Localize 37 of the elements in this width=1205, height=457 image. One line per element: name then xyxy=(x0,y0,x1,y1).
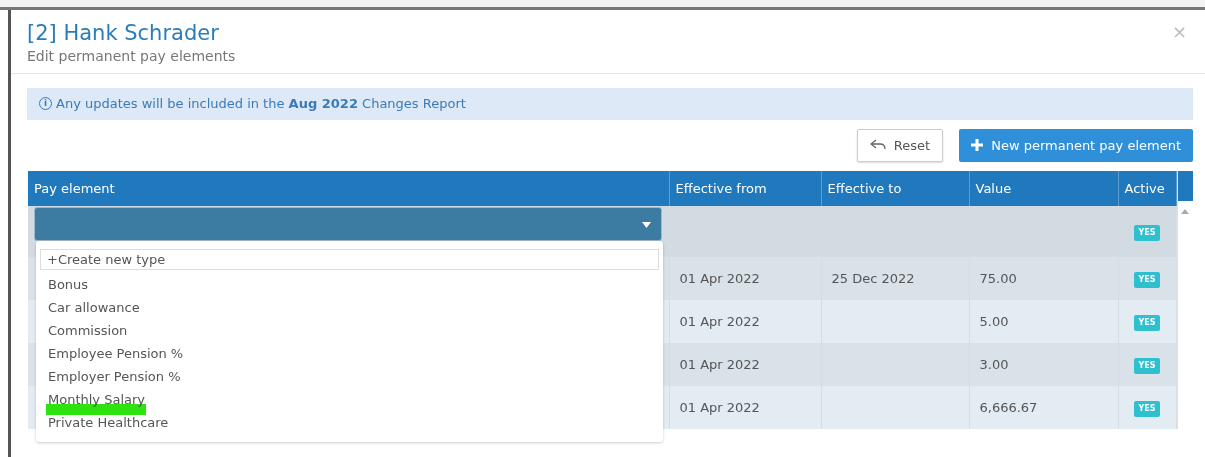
active-badge: YES xyxy=(1134,272,1160,289)
pay-element-select[interactable] xyxy=(34,207,662,241)
column-header: Value xyxy=(969,171,1118,206)
table-cell: 01 Apr 2022 xyxy=(669,257,821,300)
info-message: Any updates will be included in the Aug 2022 Changes Report xyxy=(56,95,466,113)
active-badge: YES xyxy=(1134,315,1160,332)
dropdown-option[interactable]: Private Healthcare xyxy=(40,411,659,434)
scrollbar-header xyxy=(1177,171,1193,201)
modal-title: [2] Hank Schrader xyxy=(27,20,219,46)
dropdown-option[interactable]: Car allowance xyxy=(40,296,659,319)
table-cell: 01 Apr 2022 xyxy=(669,300,821,343)
active-badge: YES xyxy=(1134,358,1160,375)
table-cell: 01 Apr 2022 xyxy=(669,386,821,429)
reset-button[interactable]: Reset xyxy=(856,128,944,162)
table-cell: 25 Dec 2022 xyxy=(821,257,969,300)
dropdown-option[interactable]: Commission xyxy=(40,319,659,342)
table-cell: 5.00 xyxy=(969,300,1118,343)
column-header: Active xyxy=(1118,171,1176,206)
table-cell: 6,666.67 xyxy=(969,386,1118,429)
dropdown-option[interactable]: Employee Pension % xyxy=(40,342,659,365)
dropdown-option[interactable]: Employer Pension % xyxy=(40,365,659,388)
table-cell: 75.00 xyxy=(969,257,1118,300)
table-cell: 3.00 xyxy=(969,343,1118,386)
modal-subtitle: Edit permanent pay elements xyxy=(27,47,236,66)
dropdown-option[interactable]: Monthly Salary xyxy=(40,388,659,411)
undo-icon xyxy=(869,139,886,152)
caret-icon xyxy=(642,222,651,228)
table-cell: 01 Apr 2022 xyxy=(669,343,821,386)
column-header: Effective to xyxy=(821,171,969,206)
column-header: Effective from xyxy=(669,171,821,206)
create-type-option[interactable]: +Create new type xyxy=(40,249,659,270)
active-badge: YES xyxy=(1134,401,1160,418)
column-header: Pay element xyxy=(28,171,669,206)
plus-icon xyxy=(971,139,984,152)
scroll-up-icon[interactable] xyxy=(1181,209,1190,214)
dropdown-option[interactable]: Bonus xyxy=(40,273,659,296)
active-badge: YES xyxy=(1134,225,1160,242)
